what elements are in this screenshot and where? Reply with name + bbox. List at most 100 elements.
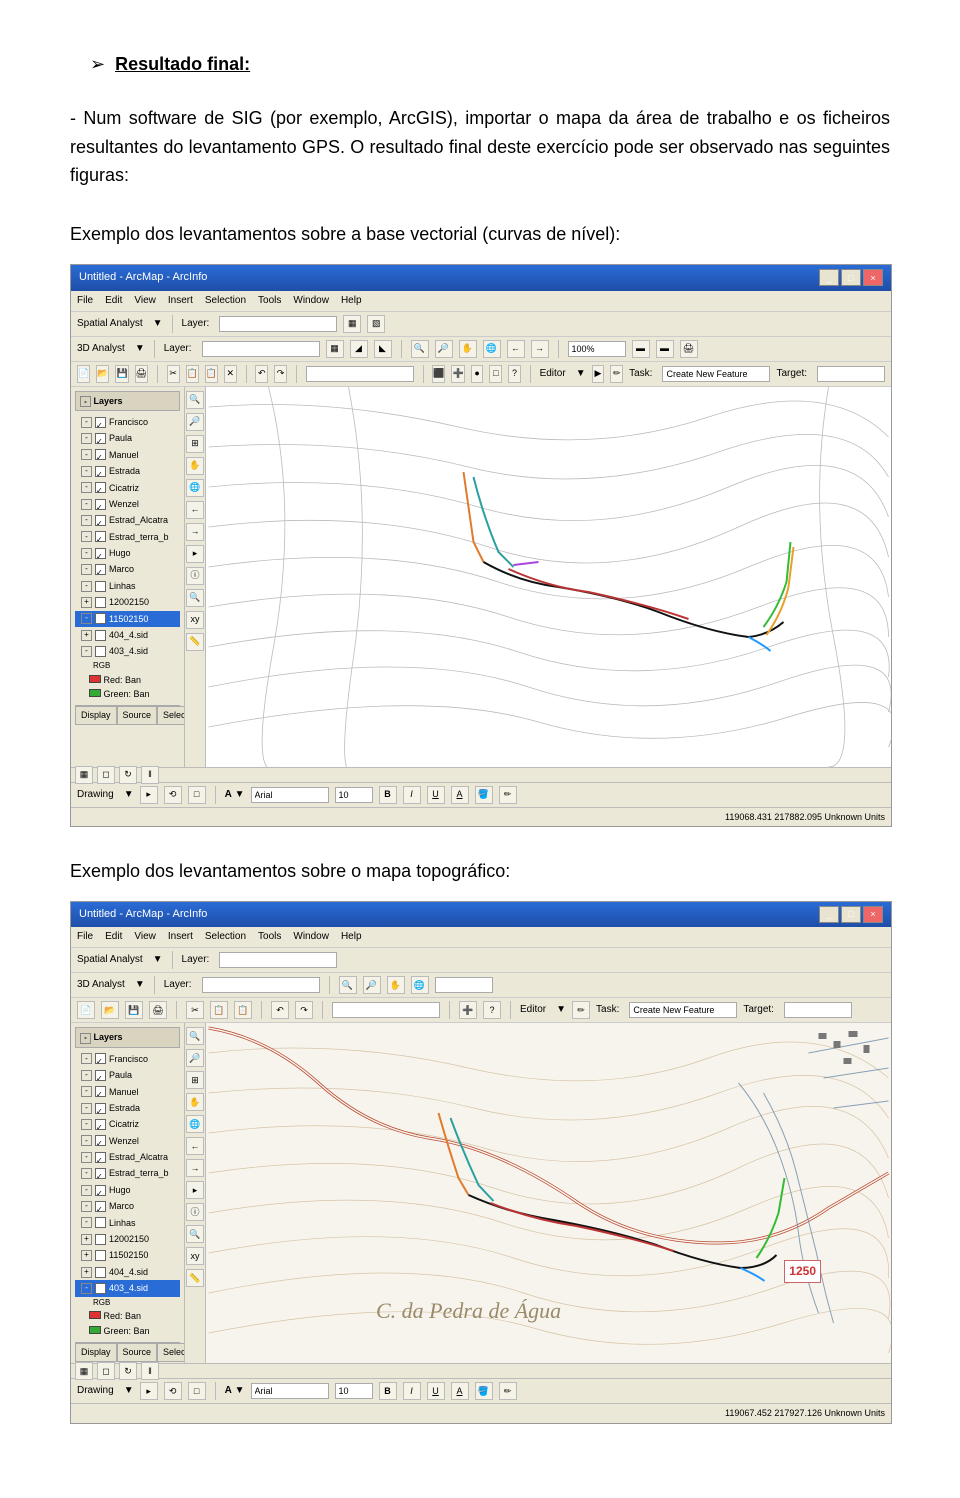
menu-item[interactable]: Selection bbox=[205, 293, 246, 309]
pointer-icon[interactable]: ▶ bbox=[592, 365, 605, 383]
close-button[interactable]: × bbox=[863, 269, 883, 286]
help-icon[interactable]: ? bbox=[483, 1001, 501, 1019]
toolbar-icon[interactable]: → bbox=[531, 340, 549, 358]
menu-item[interactable]: Insert bbox=[168, 293, 193, 309]
spatial-analyst-label[interactable]: Spatial Analyst bbox=[77, 952, 143, 968]
toolbar-icon[interactable]: ▬ bbox=[656, 340, 674, 358]
layer-item[interactable]: +404_4.sid bbox=[75, 1264, 180, 1280]
line-color-icon[interactable]: ✏ bbox=[499, 1382, 517, 1400]
rotate-icon[interactable]: ⟲ bbox=[164, 1382, 182, 1400]
toolbar-icon[interactable]: ✋ bbox=[459, 340, 477, 358]
map-area-topographic[interactable]: C. da Pedra de Água 1250 bbox=[206, 1023, 891, 1363]
undo-icon[interactable]: ↶ bbox=[255, 365, 268, 383]
identify-icon[interactable]: ⓘ bbox=[186, 1203, 204, 1221]
measure-icon[interactable]: 📏 bbox=[186, 1269, 204, 1287]
globe-icon[interactable]: 🌐 bbox=[186, 479, 204, 497]
toolbar-icon[interactable]: ← bbox=[507, 340, 525, 358]
globe-icon[interactable]: 🌐 bbox=[411, 976, 429, 994]
layout-view-icon[interactable]: ▦ bbox=[75, 1362, 93, 1380]
pan-icon[interactable]: ✋ bbox=[387, 976, 405, 994]
tab-display[interactable]: Display bbox=[75, 1343, 117, 1361]
redo-icon[interactable]: ↷ bbox=[295, 1001, 313, 1019]
toolbar-icon[interactable]: ▧ bbox=[367, 315, 385, 333]
open-icon[interactable]: 📂 bbox=[96, 365, 109, 383]
layer-item-selected[interactable]: -403_4.sid bbox=[75, 1280, 180, 1296]
help-icon[interactable]: ? bbox=[508, 365, 521, 383]
undo-icon[interactable]: ↶ bbox=[271, 1001, 289, 1019]
layer-item[interactable]: +404_4.sid bbox=[75, 627, 180, 643]
drawing-label[interactable]: Drawing bbox=[77, 1383, 114, 1399]
fill-color-icon[interactable]: 🪣 bbox=[475, 786, 493, 804]
toolbar-icon[interactable]: ▬ bbox=[632, 340, 650, 358]
xy-icon[interactable]: xy bbox=[186, 1247, 204, 1265]
pause-icon[interactable]: ‖ bbox=[141, 1362, 159, 1380]
pointer-icon[interactable]: ▸ bbox=[140, 786, 158, 804]
scale-combo[interactable] bbox=[332, 1002, 440, 1018]
forward-icon[interactable]: → bbox=[186, 523, 204, 541]
pointer-icon[interactable]: ▸ bbox=[140, 1382, 158, 1400]
refresh-icon[interactable]: ↻ bbox=[119, 766, 137, 784]
bold-icon[interactable]: B bbox=[379, 1382, 397, 1400]
fill-color-icon[interactable]: 🪣 bbox=[475, 1382, 493, 1400]
full-extent-icon[interactable]: ⊞ bbox=[186, 1071, 204, 1089]
tab-display[interactable]: Display bbox=[75, 706, 117, 724]
layer-item[interactable]: -Estrada bbox=[75, 1100, 180, 1116]
layer-selector[interactable] bbox=[202, 977, 320, 993]
italic-icon[interactable]: I bbox=[403, 786, 421, 804]
add-data-icon[interactable]: ➕ bbox=[451, 365, 464, 383]
menu-item[interactable]: Edit bbox=[105, 929, 122, 945]
layer-item[interactable]: -Manuel bbox=[75, 447, 180, 463]
layer-item[interactable]: -Marco bbox=[75, 561, 180, 577]
layer-item[interactable]: -Cicatriz bbox=[75, 1116, 180, 1132]
toolbar-icon[interactable]: ▦ bbox=[343, 315, 361, 333]
layer-item[interactable]: -Hugo bbox=[75, 1182, 180, 1198]
tab-selection[interactable]: Selection bbox=[157, 1343, 185, 1361]
menu-item[interactable]: Insert bbox=[168, 929, 193, 945]
data-view-icon[interactable]: ◻ bbox=[97, 1362, 115, 1380]
menu-item[interactable]: Window bbox=[293, 929, 329, 945]
globe-icon[interactable]: 🌐 bbox=[186, 1115, 204, 1133]
zoom-out-icon[interactable]: 🔎 bbox=[186, 1049, 204, 1067]
identify-icon[interactable]: ⓘ bbox=[186, 567, 204, 585]
zoom-out-icon[interactable]: 🔎 bbox=[186, 413, 204, 431]
pointer-icon[interactable]: ▸ bbox=[186, 1181, 204, 1199]
maximize-button[interactable]: □ bbox=[841, 906, 861, 923]
close-button[interactable]: × bbox=[863, 906, 883, 923]
layer-item[interactable]: -Linhas bbox=[75, 578, 180, 594]
menu-item[interactable]: Tools bbox=[258, 929, 281, 945]
font-color-icon[interactable]: A bbox=[451, 1382, 469, 1400]
menu-item[interactable]: File bbox=[77, 293, 93, 309]
scale-combo[interactable] bbox=[306, 366, 414, 382]
line-color-icon[interactable]: ✏ bbox=[499, 786, 517, 804]
layer-item[interactable]: -403_4.sid bbox=[75, 643, 180, 659]
layer-selector[interactable] bbox=[202, 341, 320, 357]
toolbar-icon[interactable]: ◣ bbox=[374, 340, 392, 358]
shape-icon[interactable]: □ bbox=[188, 786, 206, 804]
target-combo[interactable] bbox=[817, 366, 885, 382]
print-icon[interactable]: 🖨 bbox=[149, 1001, 167, 1019]
xy-icon[interactable]: xy bbox=[186, 611, 204, 629]
font-size-input[interactable] bbox=[335, 1383, 373, 1399]
delete-icon[interactable]: ✕ bbox=[224, 365, 237, 383]
toolbar-icon[interactable]: 🖨 bbox=[680, 340, 698, 358]
copy-icon[interactable]: 📋 bbox=[210, 1001, 228, 1019]
italic-icon[interactable]: I bbox=[403, 1382, 421, 1400]
editor-label[interactable]: Editor bbox=[540, 366, 566, 382]
toolbar-icon[interactable]: ● bbox=[471, 365, 484, 383]
paste-icon[interactable]: 📋 bbox=[205, 365, 218, 383]
cut-icon[interactable]: ✂ bbox=[167, 365, 180, 383]
zoom-out-icon[interactable]: 🔎 bbox=[363, 976, 381, 994]
menu-item[interactable]: File bbox=[77, 929, 93, 945]
refresh-icon[interactable]: ↻ bbox=[119, 1362, 137, 1380]
layer-item[interactable]: -Paula bbox=[75, 430, 180, 446]
editor-label[interactable]: Editor bbox=[520, 1002, 546, 1018]
minimize-button[interactable]: _ bbox=[819, 906, 839, 923]
zoom-in-icon[interactable]: 🔍 bbox=[186, 391, 204, 409]
pencil-icon[interactable]: ✏ bbox=[572, 1001, 590, 1019]
toolbar-icon[interactable]: □ bbox=[489, 365, 502, 383]
tab-selection[interactable]: Selection bbox=[157, 706, 185, 724]
save-icon[interactable]: 💾 bbox=[115, 365, 128, 383]
find-icon[interactable]: 🔍 bbox=[186, 1225, 204, 1243]
analyst-3d-label[interactable]: 3D Analyst bbox=[77, 341, 125, 357]
layer-selector[interactable] bbox=[219, 952, 337, 968]
